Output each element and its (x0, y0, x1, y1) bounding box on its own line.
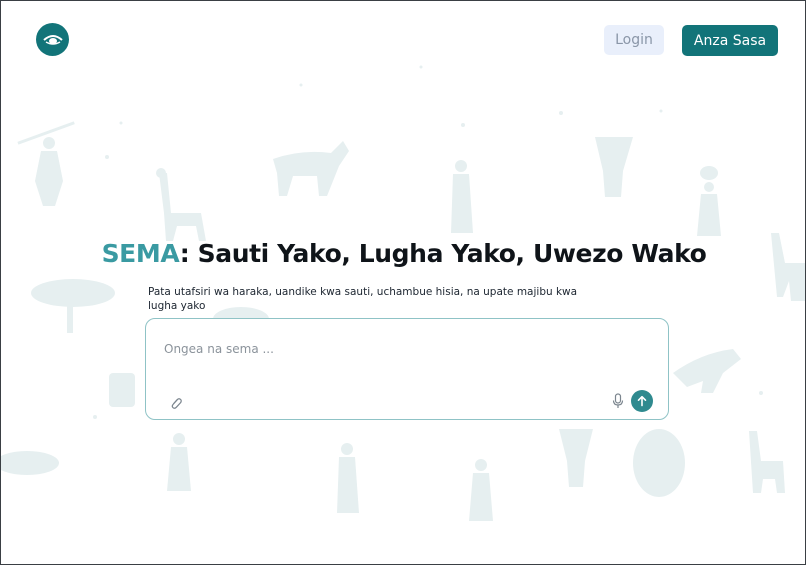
acacia-tree-illustration (31, 279, 115, 333)
figure-illustration (451, 160, 473, 233)
giraffe-illustration (156, 168, 206, 241)
drum-illustration (595, 137, 633, 197)
arrow-up-icon (637, 395, 647, 407)
title-accent: SEMA (101, 239, 181, 268)
eye-logo-icon[interactable] (36, 23, 69, 56)
send-button[interactable] (631, 390, 653, 412)
background-illustrations (1, 65, 805, 521)
paperclip-icon[interactable] (169, 396, 183, 410)
message-composer (145, 318, 669, 420)
microphone-icon[interactable] (611, 393, 625, 409)
start-now-button[interactable]: Anza Sasa (682, 25, 778, 56)
warrior-illustration (17, 121, 75, 206)
login-button[interactable]: Login (604, 25, 664, 55)
woman-pot-illustration (697, 166, 721, 236)
page-title: SEMA: Sauti Yako, Lugha Yako, Uwezo Wako (1, 239, 805, 268)
leopard-illustration (673, 349, 741, 393)
zebra-illustration (273, 141, 349, 196)
drum-lower-illustration (559, 429, 593, 487)
eye-icon (42, 34, 63, 45)
title-rest: : Sauti Yako, Lugha Yako, Uwezo Wako (179, 239, 707, 268)
page-subtitle: Pata utafsiri wa haraka, uandike kwa sau… (148, 286, 578, 312)
figure-bottom-illustrations (167, 431, 785, 521)
page: Login Anza Sasa SEMA: Sauti Yako, Lugha … (0, 0, 806, 565)
mask-illustration (633, 429, 685, 497)
message-input[interactable] (162, 341, 626, 357)
